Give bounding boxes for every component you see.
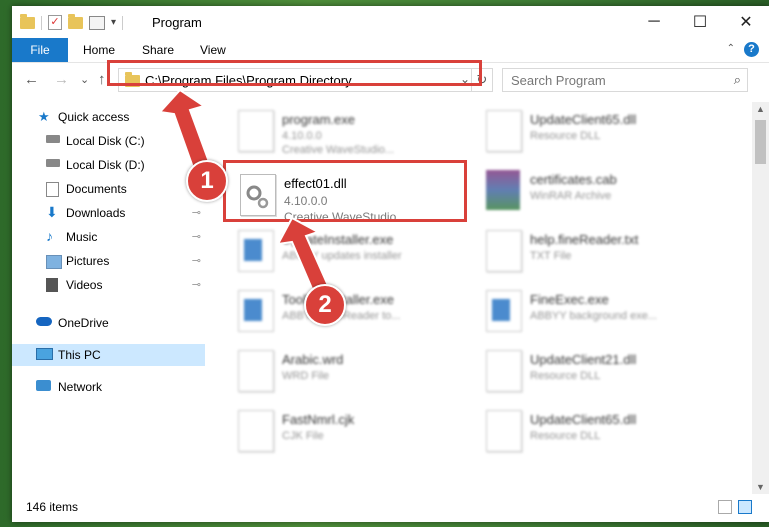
toolbar-divider — [41, 15, 42, 30]
file-item[interactable]: UpdateClient21.dll Resource DLL — [478, 344, 718, 400]
search-placeholder[interactable]: Search Program — [511, 73, 606, 88]
scroll-up-icon[interactable]: ▲ — [756, 104, 765, 114]
sidebar-item-onedrive[interactable]: OneDrive — [12, 312, 205, 334]
dll-file-icon — [486, 110, 522, 152]
tab-view[interactable]: View — [200, 38, 226, 62]
pictures-icon — [46, 255, 62, 269]
pin-icon[interactable]: ⊸ — [192, 254, 201, 267]
archive-file-icon — [486, 170, 520, 210]
installer-file-icon — [238, 230, 274, 272]
address-bar-highlight — [107, 60, 482, 86]
download-icon: ⬇ — [46, 204, 58, 220]
sidebar-item-local-disk-c[interactable]: Local Disk (C:) — [12, 130, 205, 152]
dll-file-icon — [486, 350, 522, 392]
computer-icon — [36, 348, 53, 360]
maximize-button[interactable]: ☐ — [677, 6, 723, 38]
file-highlight — [223, 160, 467, 222]
cloud-icon — [36, 317, 52, 326]
item-count: 146 items — [26, 500, 79, 514]
window-title: Program — [152, 15, 202, 30]
properties-check-icon[interactable]: ✓ — [48, 15, 62, 30]
recent-locations-button[interactable]: ⌄ — [80, 73, 89, 86]
videos-icon — [46, 278, 58, 292]
music-icon: ♪ — [46, 228, 53, 244]
close-button[interactable]: ✕ — [723, 6, 769, 38]
documents-icon — [46, 182, 59, 197]
tab-home[interactable]: Home — [83, 38, 115, 62]
collapse-ribbon-icon[interactable]: ⌃ — [727, 43, 735, 54]
exe-file-icon — [238, 110, 274, 152]
file-item[interactable]: certificates.cab WinRAR Archive — [478, 164, 718, 220]
scroll-down-icon[interactable]: ▼ — [756, 482, 765, 492]
large-icons-view-icon[interactable] — [738, 500, 752, 514]
star-icon: ★ — [38, 109, 50, 124]
tab-share[interactable]: Share — [142, 38, 174, 62]
file-item[interactable]: FineExec.exe ABBYY background exe... — [478, 284, 718, 340]
toolbar-divider — [122, 15, 124, 30]
status-bar: 146 items — [12, 494, 769, 522]
file-item[interactable]: UpdateClient65.dll Resource DLL — [478, 104, 718, 160]
file-item[interactable]: UpdateClient65.dll Resource DLL — [478, 404, 718, 460]
tab-file[interactable]: File — [12, 38, 68, 62]
sidebar-item-downloads[interactable]: ⬇ Downloads ⊸ — [12, 202, 205, 224]
file-item[interactable]: program.exe 4.10.0.0 Creative WaveStudio… — [230, 104, 470, 160]
installer-file-icon — [238, 290, 274, 332]
dll-file-icon — [486, 410, 522, 452]
up-button[interactable]: ↑ — [98, 71, 106, 88]
file-item[interactable]: FastNmrl.cjk CJK File — [230, 404, 470, 460]
help-icon[interactable]: ? — [744, 42, 759, 57]
sidebar-item-local-disk-d[interactable]: Local Disk (D:) — [12, 154, 205, 176]
title-bar: ✓ ▾ Program ─ ☐ ✕ — [12, 6, 769, 38]
vertical-scrollbar[interactable]: ▲ ▼ — [752, 102, 769, 494]
sidebar-item-music[interactable]: ♪ Music ⊸ — [12, 226, 205, 248]
file-item[interactable]: Arabic.wrd WRD File — [230, 344, 470, 400]
sidebar-item-documents[interactable]: Documents — [12, 178, 205, 200]
forward-button[interactable]: → — [54, 71, 69, 88]
callout-1: 1 — [186, 160, 228, 202]
window-controls: ─ ☐ ✕ — [631, 6, 769, 38]
details-view-icon[interactable] — [718, 500, 732, 514]
sidebar-item-this-pc[interactable]: This PC — [12, 344, 205, 366]
drive-icon — [46, 159, 60, 167]
pin-icon[interactable]: ⊸ — [192, 230, 201, 243]
qat-dropdown-icon[interactable]: ▾ — [111, 17, 116, 28]
customize-icon[interactable] — [89, 15, 105, 30]
sidebar-item-quick-access[interactable]: ★ Quick access — [12, 106, 205, 128]
file-item[interactable]: UpdateInstaller.exe ABBYY updates instal… — [230, 224, 470, 280]
network-icon — [36, 380, 51, 391]
file-item[interactable]: help.fineReader.txt TXT File — [478, 224, 718, 280]
new-folder-icon[interactable] — [68, 13, 83, 29]
text-file-icon — [486, 230, 522, 272]
pin-icon[interactable]: ⊸ — [192, 206, 201, 219]
generic-file-icon — [238, 350, 274, 392]
sidebar-item-pictures[interactable]: Pictures ⊸ — [12, 250, 205, 272]
search-box[interactable]: Search Program ⌕ — [502, 68, 748, 92]
exe-file-icon — [486, 290, 522, 332]
generic-file-icon — [238, 410, 274, 452]
navigation-pane: ★ Quick access Local Disk (C:) Local Dis… — [12, 102, 207, 494]
back-button[interactable]: ← — [24, 71, 39, 88]
scrollbar-thumb[interactable] — [755, 120, 766, 164]
callout-2: 2 — [304, 284, 346, 326]
sidebar-item-videos[interactable]: Videos ⊸ — [12, 274, 205, 296]
sidebar-item-network[interactable]: Network — [12, 376, 205, 398]
minimize-button[interactable]: ─ — [631, 6, 677, 38]
file-item[interactable]: ToolbarInstaller.exe ABBYY FineReader to… — [230, 284, 470, 340]
folder-icon — [20, 13, 35, 29]
search-icon[interactable]: ⌕ — [734, 72, 741, 88]
pin-icon[interactable]: ⊸ — [192, 278, 201, 291]
drive-icon — [46, 135, 60, 143]
quick-access-toolbar: ✓ ▾ — [20, 13, 124, 30]
